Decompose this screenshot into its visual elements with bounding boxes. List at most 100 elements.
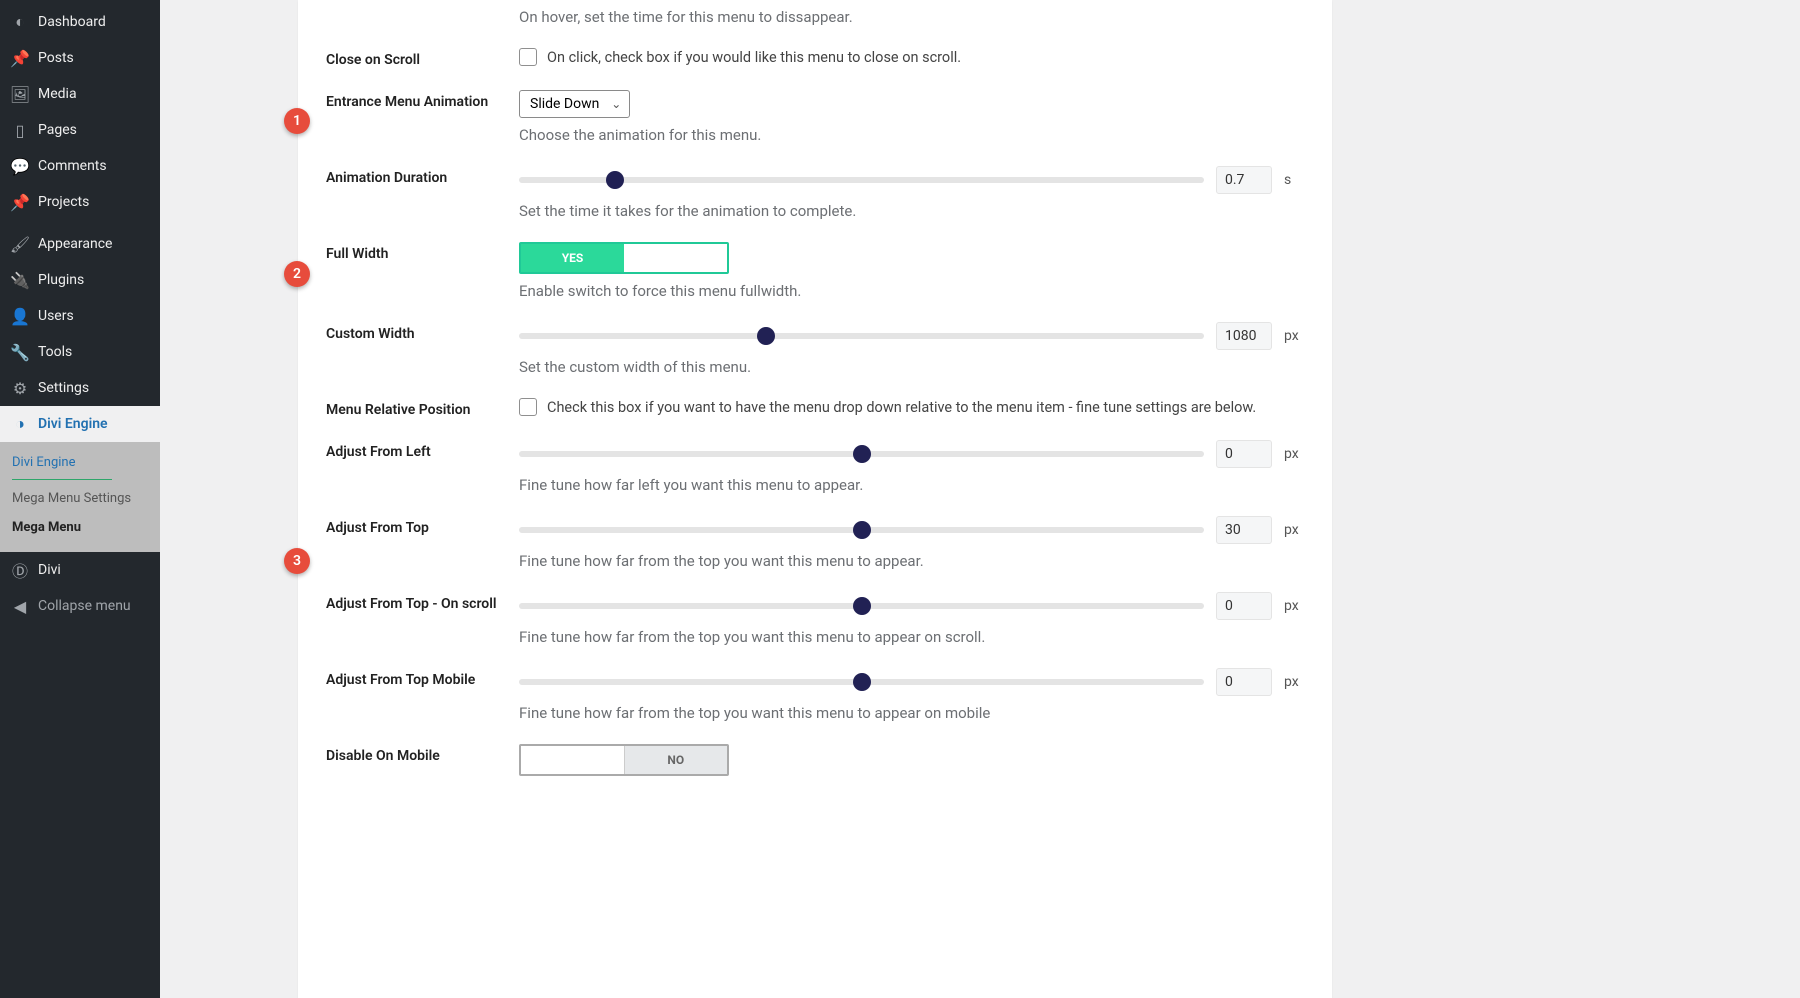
plug-icon: 🔌: [10, 270, 30, 290]
sidebar-item-dashboard[interactable]: ◐ Dashboard: [0, 4, 160, 40]
menu-label: Media: [38, 86, 77, 102]
adjust-top-mobile-slider[interactable]: [519, 679, 1204, 685]
animation-duration-slider[interactable]: [519, 177, 1204, 183]
disable-mobile-toggle[interactable]: NO: [519, 744, 729, 776]
adjust-left-desc: Fine tune how far left you want this men…: [519, 476, 1304, 494]
brush-icon: 🖌: [10, 234, 30, 254]
divi-engine-icon: ◑: [10, 414, 30, 434]
settings-panel: 1 2 3 On hover, set the time for this me…: [298, 0, 1332, 998]
media-icon: 🖼: [10, 84, 30, 104]
label-animation-duration: Animation Duration: [326, 166, 519, 186]
full-width-toggle[interactable]: YES: [519, 242, 729, 274]
unit-px: px: [1284, 522, 1304, 538]
toggle-empty: [521, 746, 624, 774]
page-icon: ▯: [10, 120, 30, 140]
toggle-no: NO: [624, 746, 728, 774]
sidebar-item-appearance[interactable]: 🖌 Appearance: [0, 226, 160, 262]
slider-thumb[interactable]: [853, 445, 871, 463]
entrance-animation-select[interactable]: Slide Down ⌄: [519, 90, 630, 118]
pin-icon: 📌: [10, 192, 30, 212]
menu-label: Dashboard: [38, 14, 106, 30]
slider-thumb[interactable]: [853, 673, 871, 691]
sidebar-item-projects[interactable]: 📌 Projects: [0, 184, 160, 220]
submenu-mega-menu[interactable]: Mega Menu: [0, 513, 160, 542]
sidebar-item-pages[interactable]: ▯ Pages: [0, 112, 160, 148]
adjust-top-scroll-slider[interactable]: [519, 603, 1204, 609]
label-close-on-scroll: Close on Scroll: [326, 48, 519, 68]
close-on-scroll-checkbox[interactable]: [519, 48, 537, 66]
slider-thumb[interactable]: [757, 327, 775, 345]
sidebar-item-plugins[interactable]: 🔌 Plugins: [0, 262, 160, 298]
full-width-desc: Enable switch to force this menu fullwid…: [519, 282, 1304, 300]
annotation-2: 2: [284, 261, 310, 287]
sidebar-item-tools[interactable]: 🔧Tools: [0, 334, 160, 370]
label-adjust-top-scroll: Adjust From Top - On scroll: [326, 592, 519, 612]
menu-label: Projects: [38, 194, 89, 210]
menu-label: Collapse menu: [38, 598, 131, 614]
menu-relative-text: Check this box if you want to have the m…: [547, 399, 1256, 416]
menu-label: Plugins: [38, 272, 84, 288]
sidebar-item-posts[interactable]: 📌 Posts: [0, 40, 160, 76]
menu-label: Users: [38, 308, 74, 324]
slider-thumb[interactable]: [853, 521, 871, 539]
chevron-down-icon: ⌄: [611, 97, 621, 111]
select-value: Slide Down: [530, 96, 599, 112]
menu-label: Pages: [38, 122, 77, 138]
adjust-top-mobile-desc: Fine tune how far from the top you want …: [519, 704, 1304, 722]
entrance-animation-desc: Choose the animation for this menu.: [519, 126, 1304, 144]
custom-width-slider[interactable]: [519, 333, 1204, 339]
sidebar-item-media[interactable]: 🖼 Media: [0, 76, 160, 112]
comment-icon: 💬: [10, 156, 30, 176]
adjust-left-input[interactable]: [1216, 440, 1272, 468]
adjust-top-scroll-desc: Fine tune how far from the top you want …: [519, 628, 1304, 646]
unit-px: px: [1284, 598, 1304, 614]
slider-thumb[interactable]: [606, 171, 624, 189]
sidebar-item-divi[interactable]: ⒹDivi: [0, 552, 160, 588]
toggle-yes: YES: [521, 244, 624, 272]
label-adjust-top: Adjust From Top: [326, 516, 519, 536]
adjust-top-desc: Fine tune how far from the top you want …: [519, 552, 1304, 570]
sidebar-item-users[interactable]: 👤 Users: [0, 298, 160, 334]
label-disable-mobile: Disable On Mobile: [326, 744, 519, 764]
animation-duration-input[interactable]: [1216, 166, 1272, 194]
menu-label: Appearance: [38, 236, 112, 252]
annotation-1: 1: [284, 108, 310, 134]
annotation-3: 3: [284, 548, 310, 574]
animation-duration-desc: Set the time it takes for the animation …: [519, 202, 1304, 220]
custom-width-desc: Set the custom width of this menu.: [519, 358, 1304, 376]
label-adjust-left: Adjust From Left: [326, 440, 519, 460]
label-menu-relative: Menu Relative Position: [326, 398, 519, 418]
custom-width-input[interactable]: [1216, 322, 1272, 350]
setting-label-hover: [326, 8, 519, 12]
admin-sidebar: ◐ Dashboard 📌 Posts 🖼 Media ▯ Pages 💬 Comment…: [0, 0, 160, 998]
dashboard-icon: ◐: [10, 12, 30, 32]
slider-thumb[interactable]: [853, 597, 871, 615]
sidebar-item-comments[interactable]: 💬 Comments: [0, 148, 160, 184]
menu-label: Comments: [38, 158, 107, 174]
adjust-top-slider[interactable]: [519, 527, 1204, 533]
divi-icon: Ⓓ: [10, 560, 30, 580]
sidebar-item-settings[interactable]: ⚙Settings: [0, 370, 160, 406]
unit-s: s: [1284, 172, 1304, 188]
adjust-top-input[interactable]: [1216, 516, 1272, 544]
adjust-left-slider[interactable]: [519, 451, 1204, 457]
unit-px: px: [1284, 446, 1304, 462]
main-content: 1 2 3 On hover, set the time for this me…: [160, 0, 1470, 998]
sidebar-item-collapse[interactable]: ◀ Collapse menu: [0, 588, 160, 624]
sidebar-submenu-divi-engine: Divi Engine Mega Menu Settings Mega Menu: [0, 442, 160, 552]
submenu-head[interactable]: Divi Engine: [0, 448, 160, 477]
menu-relative-checkbox[interactable]: [519, 398, 537, 416]
pin-icon: 📌: [10, 48, 30, 68]
label-adjust-top-mobile: Adjust From Top Mobile: [326, 668, 519, 688]
collapse-icon: ◀: [10, 596, 30, 616]
menu-label: Settings: [38, 380, 89, 396]
adjust-top-scroll-input[interactable]: [1216, 592, 1272, 620]
adjust-top-mobile-input[interactable]: [1216, 668, 1272, 696]
user-icon: 👤: [10, 306, 30, 326]
submenu-mega-menu-settings[interactable]: Mega Menu Settings: [0, 484, 160, 513]
sidebar-item-divi-engine[interactable]: ◑Divi Engine: [0, 406, 160, 442]
hover-desc: On hover, set the time for this menu to …: [519, 8, 1304, 26]
right-gutter: [1470, 0, 1800, 998]
submenu-divider: [12, 479, 112, 480]
menu-label: Posts: [38, 50, 74, 66]
